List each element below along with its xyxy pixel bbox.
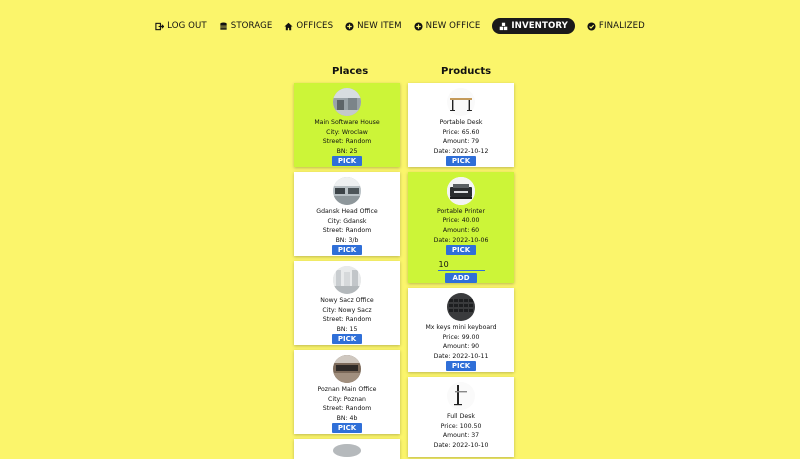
desk-photo [447,382,475,410]
product-date: Date: 2022-10-06 [433,236,489,244]
product-amount: Amount: 90 [442,343,480,351]
office-photo [333,266,361,294]
place-bn: BN: 3/b [335,236,359,244]
nav-storage[interactable]: STORAGE [219,18,273,34]
office-photo [333,177,361,205]
products-title: Products [441,66,492,77]
office-photo [333,355,361,383]
pick-button[interactable]: PICK [445,245,477,256]
place-name: Poznan Main Office [317,386,377,393]
place-street: Street: Random [322,227,372,235]
place-name: Nowy Sacz Office [320,297,374,304]
product-price: Price: 100.50 [440,422,482,430]
nav-logout[interactable]: LOG OUT [155,18,207,34]
check-circle-icon [587,21,596,31]
nav-storage-label: STORAGE [230,21,273,31]
product-date: Date: 2022-10-11 [433,352,489,360]
place-bn: BN: 25 [336,147,358,155]
place-street: Street: Random [322,316,372,324]
pick-button[interactable]: PICK [331,423,363,434]
pick-button[interactable]: PICK [331,334,363,345]
product-name: Mx keys mini keyboard [425,324,497,331]
product-amount: Amount: 60 [442,226,480,234]
nav-inventory[interactable]: INVENTORY [492,18,575,34]
place-street: Street: Random [322,138,372,146]
place-street: Street: Random [322,405,372,413]
boxes-icon [499,22,508,31]
logout-icon [155,22,165,31]
printer-photo [447,177,475,205]
pick-button[interactable]: PICK [445,156,477,167]
home-icon [284,22,293,31]
product-price: Price: 99.00 [442,333,480,341]
product-name: Portable Printer [436,207,486,215]
place-card[interactable] [294,439,400,459]
product-name: Full Desk [447,413,475,420]
plus-circle-icon [345,21,354,31]
place-bn: BN: 15 [336,325,358,333]
desk-photo [447,88,475,116]
place-city: City: Poznan [328,395,366,403]
product-date: Date: 2022-10-12 [433,147,489,155]
product-price: Price: 65.60 [442,128,480,136]
database-icon [219,22,228,31]
nav-finalized[interactable]: FINALIZED [587,18,645,34]
place-name: Main Software House [314,119,380,126]
place-city: City: Gdansk [327,217,367,225]
plus-circle-icon [414,21,423,31]
product-card[interactable]: Portable Desk Price: 65.60 Amount: 79 Da… [408,83,514,167]
product-card[interactable]: Mx keys mini keyboard Price: 99.00 Amoun… [408,288,514,372]
product-card[interactable]: Full Desk Price: 100.50 Amount: 37 Date:… [408,377,514,457]
quantity-input[interactable] [437,259,485,271]
nav-offices-label: OFFICES [296,21,334,31]
pick-button[interactable]: PICK [331,156,363,167]
product-price: Price: 40.00 [442,217,480,225]
place-card[interactable]: Nowy Sacz Office City: Nowy Sacz Street:… [294,261,400,345]
nav-new-office-label: NEW OFFICE [425,21,481,31]
place-card[interactable]: Main Software House City: Wroclaw Street… [294,83,400,167]
nav-new-item-label: NEW ITEM [357,21,402,31]
top-nav: LOG OUT STORAGE OFFICES NEW ITEM NEW OFF… [0,18,800,34]
place-card[interactable]: Poznan Main Office City: Poznan Street: … [294,350,400,434]
place-card[interactable]: Gdansk Head Office City: Gdansk Street: … [294,172,400,256]
product-name: Portable Desk [439,119,483,126]
pick-button[interactable]: PICK [331,245,363,256]
nav-logout-label: LOG OUT [167,21,207,31]
place-city: City: Wroclaw [326,128,368,136]
office-photo [333,444,361,457]
product-amount: Amount: 79 [442,138,480,146]
place-bn: BN: 4b [336,414,358,422]
nav-new-item[interactable]: NEW ITEM [345,18,402,34]
nav-new-office[interactable]: NEW OFFICE [414,18,481,34]
place-name: Gdansk Head Office [316,208,378,215]
product-card[interactable]: Portable Printer Price: 40.00 Amount: 60… [408,172,514,283]
place-city: City: Nowy Sacz [322,306,372,314]
product-date: Date: 2022-10-10 [433,441,489,449]
nav-inventory-label: INVENTORY [511,21,568,31]
keyboard-photo [447,293,475,321]
product-amount: Amount: 37 [442,432,480,440]
add-button[interactable]: ADD [445,273,477,283]
nav-offices[interactable]: OFFICES [284,18,333,34]
places-title: Places [332,66,369,77]
nav-finalized-label: FINALIZED [598,21,645,31]
pick-button[interactable]: PICK [445,361,477,372]
office-photo [333,88,361,116]
